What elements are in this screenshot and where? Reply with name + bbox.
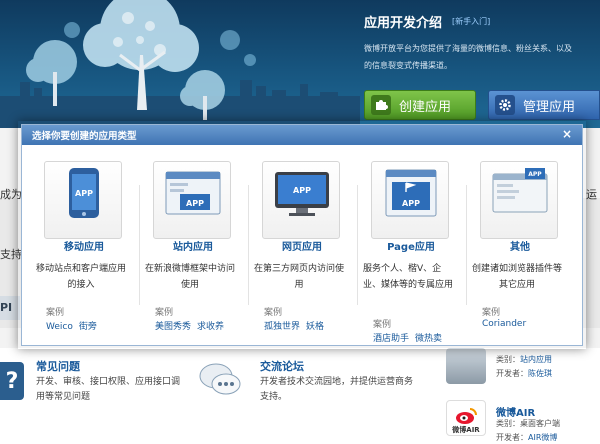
page-app-tile[interactable]: APP Page应用 — [371, 161, 449, 253]
case-link[interactable]: 酒店助手 — [373, 334, 409, 344]
case-heading: 案例 — [155, 308, 174, 318]
weibo-logo-icon — [456, 408, 477, 424]
case-link[interactable]: 街旁 — [79, 322, 97, 332]
type-label: 站内应用 — [173, 242, 213, 253]
app-type-list: APP 移动应用 移动站点和客户端应用的接入 案例 Weico 街旁 APP 站内… — [22, 145, 582, 345]
monitor-icon — [275, 172, 329, 216]
type-description: 在新浪微博框架中访问使用 — [145, 264, 236, 290]
case-links: 孤独世界 妖格 — [264, 319, 330, 332]
case-heading: 案例 — [264, 308, 283, 318]
puzzle-icon — [371, 95, 391, 115]
case-link[interactable]: 孤独世界 — [264, 322, 300, 332]
chat-bubbles-icon — [199, 363, 241, 395]
phone-icon — [69, 168, 99, 218]
type-description: 创建诸如浏览器插件等其它应用 — [472, 264, 563, 290]
app-developer: 开发者：AIR微博 — [496, 433, 558, 442]
case-link[interactable]: Coriander — [482, 319, 526, 329]
case-link[interactable]: 求收养 — [197, 322, 224, 332]
weibo-air-icon[interactable]: 微博AIR — [446, 400, 486, 436]
type-label: 移动应用 — [64, 242, 104, 253]
bg-fragment: 运 — [586, 188, 597, 201]
banner-title: 应用开发介绍 — [364, 16, 443, 31]
app-type: 类别：站内应用 — [496, 355, 552, 364]
banner-description: 微博开放平台为您提供了海量的微博信息、粉丝关系、以及 的信息裂变式传播渠道。 — [364, 44, 572, 70]
dialog-title: 选择你要创建的应用类型 — [32, 131, 137, 142]
case-heading: 案例 — [46, 308, 65, 318]
type-page: APP Page应用 服务个人、楷V、企业、媒体等的专属应用 案例 酒店助手 微热… — [349, 145, 458, 345]
type-description: 移动站点和客户端应用的接入 — [36, 264, 127, 290]
window-icon — [165, 171, 221, 215]
browser-plugin-icon — [492, 168, 548, 213]
app-thumbnail[interactable] — [446, 348, 486, 384]
type-web: APP 网页应用 在第三方网页内访问使用 案例 孤独世界 妖格 — [240, 145, 349, 345]
case-links: 酒店助手 微热卖 — [373, 331, 448, 344]
type-label: 网页应用 — [282, 242, 322, 253]
beginner-guide-link[interactable]: [新手入门] — [452, 16, 490, 27]
case-link[interactable]: 美图秀秀 — [155, 322, 191, 332]
app-developer: 开发者：陈佐琪 — [496, 369, 552, 378]
case-link[interactable]: Weico — [46, 322, 73, 332]
app-name[interactable]: 微博AIR — [496, 404, 535, 419]
type-label: Page应用 — [387, 242, 435, 253]
create-app-button[interactable]: 创建应用 — [364, 90, 476, 120]
type-label: 其他 — [510, 242, 530, 253]
forum-description: 开发者技术交流园地，并提供运营商务支持。 — [260, 377, 414, 402]
case-link[interactable]: 微热卖 — [415, 334, 442, 344]
gear-icon — [495, 95, 515, 115]
type-description: 在第三方网页内访问使用 — [254, 264, 345, 290]
case-links: 美图秀秀 求收养 — [155, 319, 230, 332]
question-icon: ? — [0, 362, 24, 400]
case-links: Weico 街旁 — [46, 319, 103, 332]
app-type: 类别：桌面客户端 — [496, 419, 560, 428]
tree-illustration — [0, 0, 360, 128]
type-description: 服务个人、楷V、企业、媒体等的专属应用 — [363, 264, 454, 290]
manage-app-button[interactable]: 管理应用 — [488, 90, 600, 120]
page-flag-icon — [385, 169, 437, 217]
close-icon[interactable]: × — [562, 128, 572, 140]
other-app-tile[interactable]: APP 其他 — [480, 161, 558, 253]
header-banner: 应用开发介绍 [新手入门] 微博开放平台为您提供了海量的微博信息、粉丝关系、以及… — [0, 0, 600, 128]
faq-title[interactable]: 常见问题 — [36, 358, 80, 374]
forum-title[interactable]: 交流论坛 — [260, 358, 304, 374]
case-heading: 案例 — [373, 320, 392, 330]
type-other: APP 其他 创建诸如浏览器插件等其它应用 案例 Coriander — [458, 145, 567, 345]
dialog-header: 选择你要创建的应用类型 × — [22, 125, 582, 145]
case-link[interactable]: 妖格 — [306, 322, 324, 332]
insite-app-tile[interactable]: APP 站内应用 — [153, 161, 231, 253]
api-icon: PI — [0, 296, 20, 320]
faq-description: 开发、审核、接口权限、应用接口调用等常见问题 — [36, 377, 181, 402]
case-heading: 案例 — [482, 308, 501, 318]
case-links: Coriander — [482, 319, 532, 329]
app-type-dialog: 选择你要创建的应用类型 × APP 移动应用 移动站点和客户端应用的接入 案例 … — [21, 124, 583, 346]
mobile-app-tile[interactable]: APP 移动应用 — [44, 161, 122, 253]
web-app-tile[interactable]: APP 网页应用 — [262, 161, 340, 253]
type-insite: APP 站内应用 在新浪微博框架中访问使用 案例 美图秀秀 求收养 — [131, 145, 240, 345]
type-mobile: APP 移动应用 移动站点和客户端应用的接入 案例 Weico 街旁 — [22, 145, 131, 345]
